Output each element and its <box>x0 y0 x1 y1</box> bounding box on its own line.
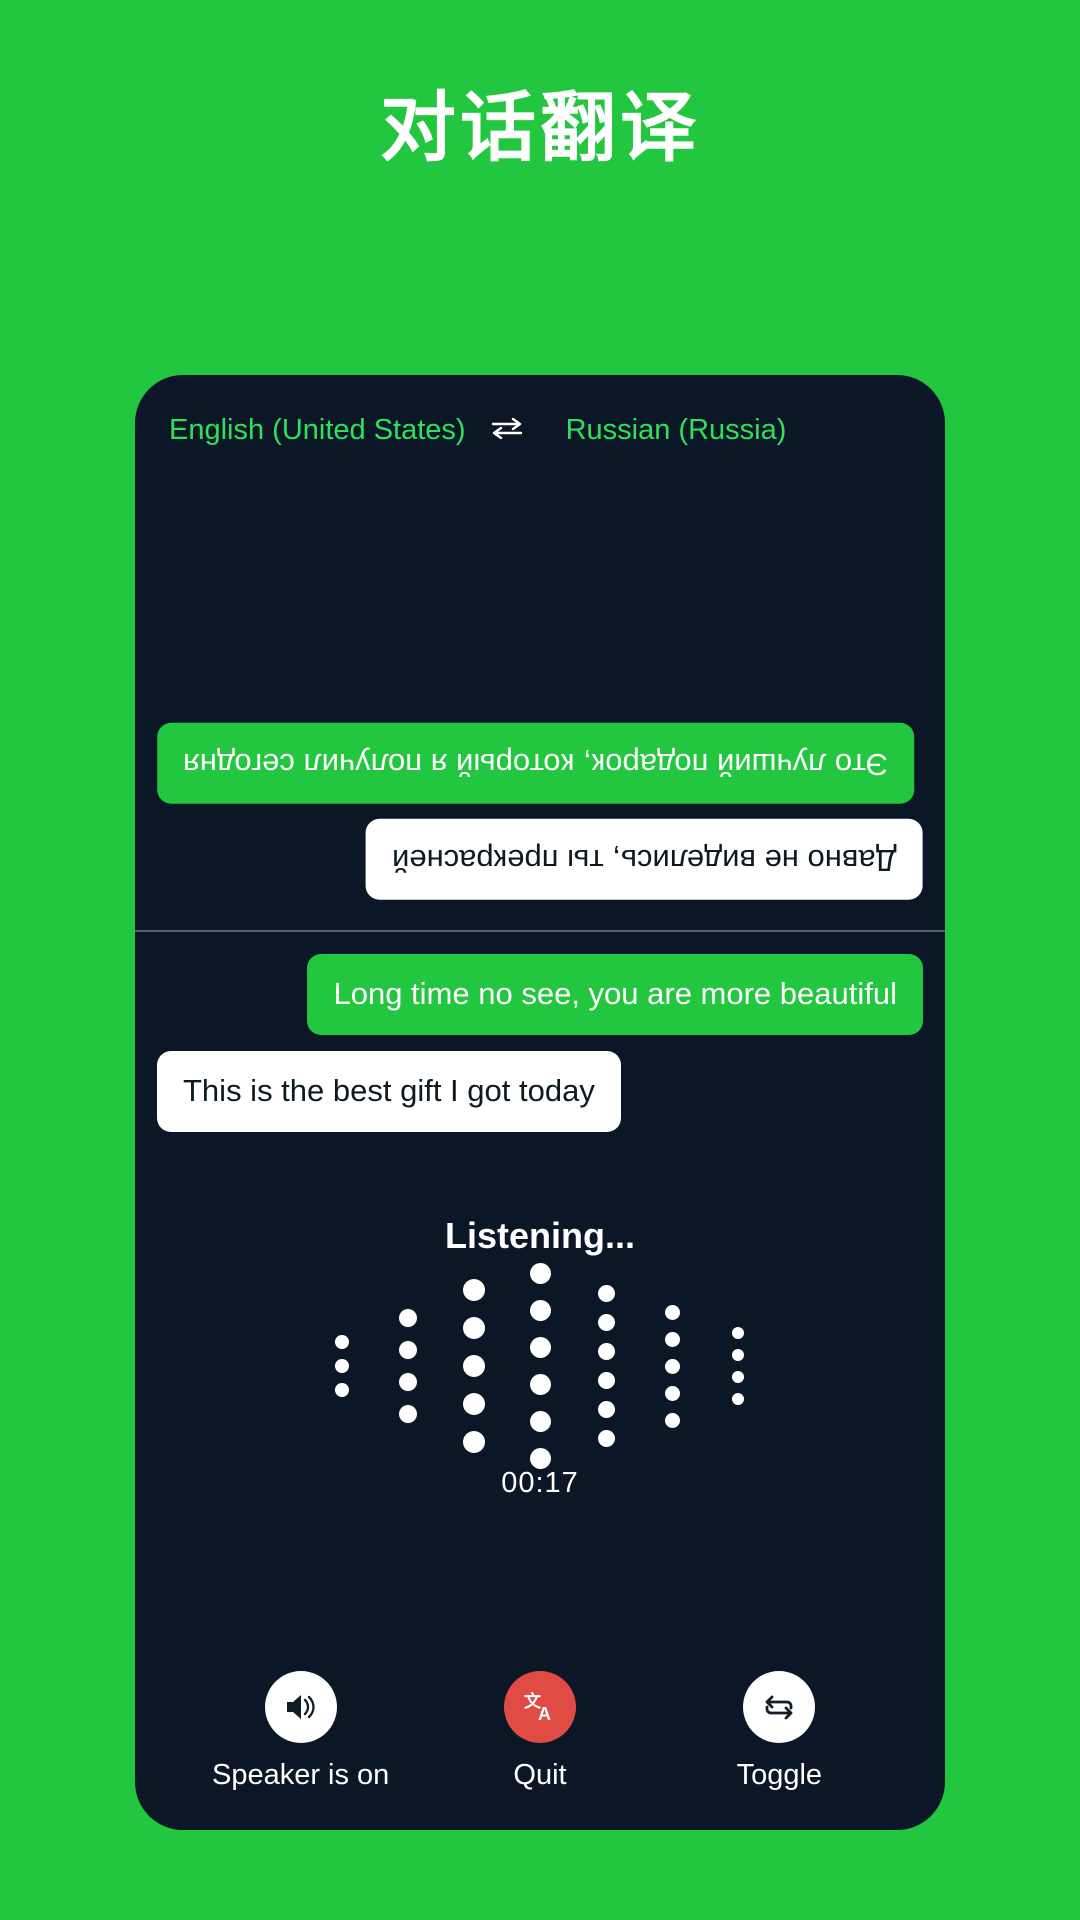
waveform-dot <box>664 1385 680 1401</box>
waveform-dot <box>597 1372 615 1389</box>
recording-timer: 00:17 <box>501 1467 579 1499</box>
waveform-dot <box>732 1349 744 1361</box>
waveform-dot <box>335 1335 349 1349</box>
toggle-button[interactable]: Toggle <box>679 1671 879 1792</box>
message-row: Long time no see, you are more beautiful <box>157 954 923 1035</box>
waveform-dot <box>664 1331 680 1347</box>
message-bubble-local-1[interactable]: Long time no see, you are more beautiful <box>307 954 923 1035</box>
app-screen: 对话翻译 English (United States) Russian (Ru… <box>0 0 1080 1920</box>
waveform-dot <box>463 1355 485 1377</box>
control-bar: Speaker is on 文 A Quit Toggle <box>135 1645 945 1830</box>
waveform-dot <box>529 1411 551 1432</box>
toggle-swap-icon[interactable] <box>743 1671 816 1743</box>
language-bar: English (United States) Russian (Russia) <box>135 375 945 485</box>
message-bubble-remote-1[interactable]: Это лучший подарок, который я получил се… <box>157 722 915 804</box>
page-title: 对话翻译 <box>380 83 700 172</box>
waveform-dot <box>597 1285 615 1302</box>
waveform-dot <box>597 1401 615 1418</box>
waveform-dot <box>664 1412 680 1428</box>
waveform-dot <box>335 1359 349 1373</box>
waveform-dot <box>732 1393 744 1405</box>
waveform-dot <box>664 1358 680 1374</box>
message-bubble-remote-2[interactable]: Давно не виделись, ты прекрасней <box>366 819 923 900</box>
message-bubble-local-2[interactable]: This is the best gift I got today <box>157 1050 621 1132</box>
listening-area: Listening... 00:17 <box>135 1177 945 1645</box>
waveform-column <box>705 1322 771 1410</box>
waveform-dot <box>732 1327 744 1339</box>
device-frame: English (United States) Russian (Russia)… <box>135 375 945 1830</box>
waveform-dot <box>399 1341 417 1359</box>
target-language-label[interactable]: Russian (Russia) <box>566 414 787 447</box>
waveform-dot <box>529 1263 551 1284</box>
waveform-dot <box>529 1448 551 1469</box>
waveform-column <box>639 1299 705 1434</box>
audio-waveform <box>309 1263 771 1469</box>
waveform-dot <box>529 1337 551 1358</box>
waveform-dot <box>399 1373 417 1391</box>
waveform-column <box>573 1279 639 1453</box>
waveform-dot <box>732 1371 744 1383</box>
waveform-dot <box>529 1300 551 1321</box>
conversation-panel-remote: Это лучший подарок, который я получил се… <box>135 485 945 930</box>
waveform-column <box>441 1271 507 1461</box>
message-row: This is the best gift I got today <box>157 1050 923 1132</box>
translate-icon[interactable]: 文 A <box>503 1671 576 1743</box>
quit-button-label: Quit <box>513 1759 567 1791</box>
waveform-dot <box>463 1279 485 1301</box>
message-row: Давно не виделись, ты прекрасней <box>157 819 923 900</box>
listening-status-text: Listening... <box>444 1215 635 1256</box>
waveform-dot <box>463 1393 485 1415</box>
waveform-column <box>375 1302 441 1430</box>
waveform-dot <box>529 1374 551 1395</box>
waveform-dot <box>463 1317 485 1339</box>
conversation-panel-local: Long time no see, you are more beautiful… <box>135 932 945 1177</box>
waveform-column <box>507 1255 573 1477</box>
message-row: Это лучший подарок, который я получил се… <box>157 722 923 804</box>
svg-text:A: A <box>538 1704 551 1724</box>
waveform-dot <box>399 1309 417 1327</box>
waveform-dot <box>664 1304 680 1320</box>
swap-horizontal-icon[interactable] <box>490 411 524 445</box>
speaker-button[interactable]: Speaker is on <box>201 1671 401 1792</box>
quit-button[interactable]: 文 A Quit <box>440 1671 640 1792</box>
waveform-column <box>309 1330 375 1402</box>
waveform-dot <box>399 1405 417 1423</box>
waveform-dot <box>597 1430 615 1447</box>
speaker-button-label: Speaker is on <box>211 1759 390 1791</box>
waveform-dot <box>597 1343 615 1360</box>
speaker-on-icon[interactable] <box>264 1671 337 1743</box>
toggle-button-label: Toggle <box>736 1759 823 1791</box>
waveform-dot <box>335 1383 349 1397</box>
waveform-dot <box>463 1431 485 1453</box>
source-language-label[interactable]: English (United States) <box>169 414 466 447</box>
waveform-dot <box>597 1314 615 1331</box>
